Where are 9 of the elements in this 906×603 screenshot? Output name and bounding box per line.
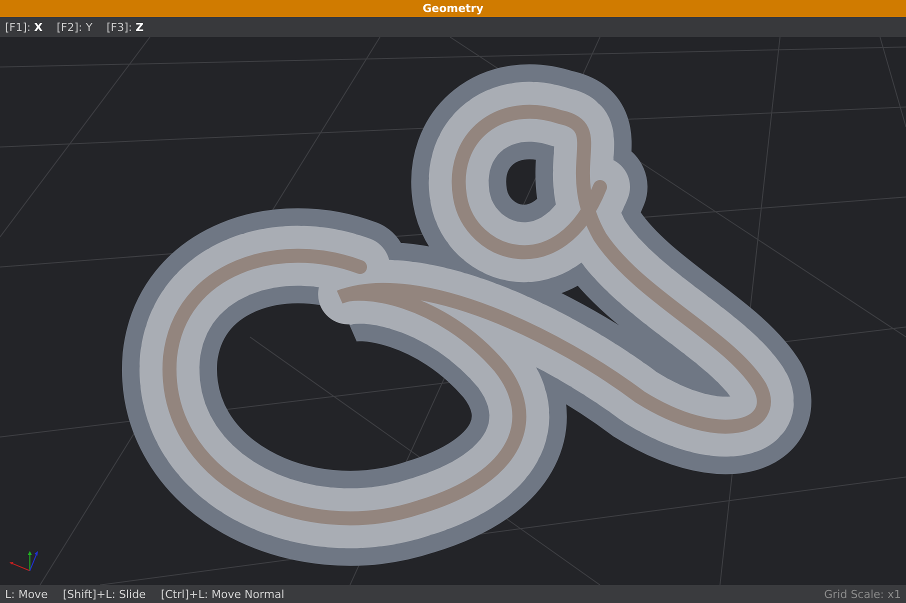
axis-toggle[interactable]: [F1]: X xyxy=(5,20,43,34)
shortcut-hint: [Shift]+L: Slide xyxy=(62,588,146,600)
axis-toggle[interactable]: [F2]: Y xyxy=(56,20,92,34)
shortcut-hint: [Ctrl]+L: Move Normal xyxy=(160,588,284,600)
axis-toggle[interactable]: [F3]: Z xyxy=(106,20,144,34)
grid-scale-label: Grid Scale: x1 xyxy=(824,588,901,600)
window-title: Geometry xyxy=(0,0,906,17)
axis-gizmo-icon xyxy=(8,550,38,571)
shortcut-hint: L: Move xyxy=(5,588,48,600)
